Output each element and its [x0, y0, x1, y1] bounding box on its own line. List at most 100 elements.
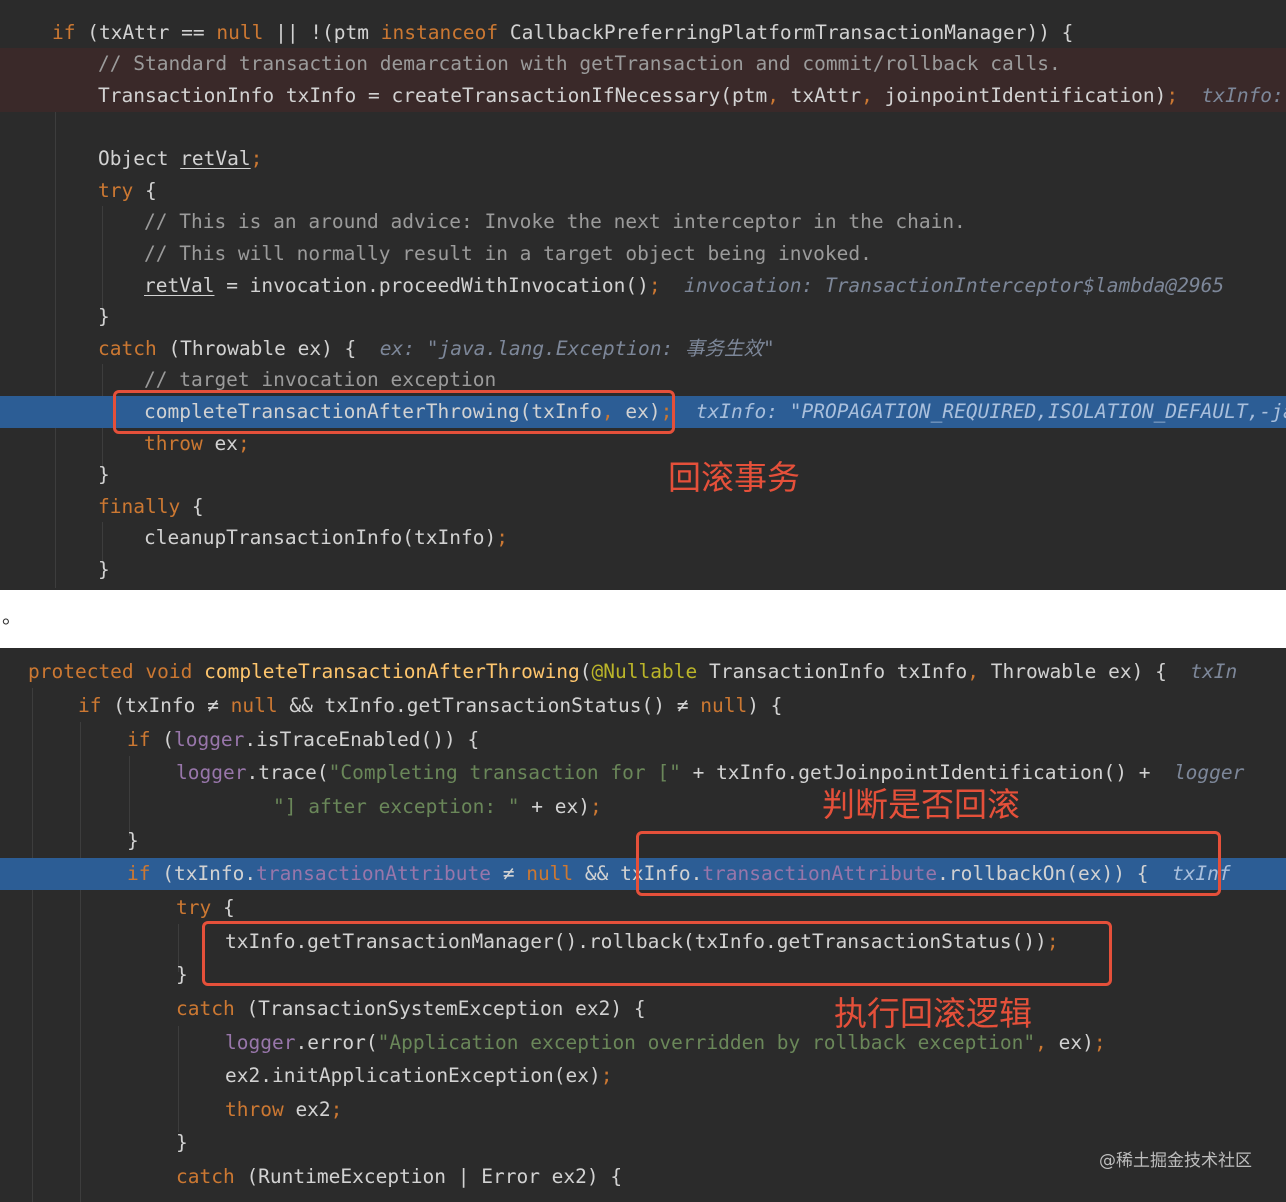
code-token: } — [98, 463, 110, 486]
code-token: null — [216, 21, 264, 44]
code-token: logger — [173, 728, 245, 751]
code-token: .trace( — [246, 761, 329, 784]
code-token: instanceof — [380, 21, 499, 44]
code-line[interactable]: // This is an around advice: Invoke the … — [0, 206, 1286, 238]
code-line[interactable]: cleanupTransactionInfo(txInfo); — [0, 522, 1286, 554]
annotation-rollback-transaction: 回滚事务 — [668, 458, 800, 497]
code-token: ; — [648, 274, 661, 297]
code-token: = invocation.proceedWithInvocation() — [214, 274, 649, 297]
code-editor-top[interactable]: if (txAttr == null || !(ptm instanceof C… — [0, 0, 1286, 590]
code-line[interactable]: TransactionInfo txInfo = createTransacti… — [0, 80, 1286, 112]
code-token: .isTraceEnabled()) { — [244, 728, 480, 751]
code-token: catch — [176, 1165, 235, 1188]
code-token: ; — [600, 1064, 613, 1087]
code-token: } — [176, 963, 188, 986]
code-line[interactable]: // This will normally result in a target… — [0, 238, 1286, 270]
code-token: } — [98, 558, 110, 581]
code-token: catch — [98, 337, 157, 360]
code-token: @Nullable — [591, 660, 698, 683]
code-token: ex2 — [283, 1098, 331, 1121]
code-token: ; — [250, 147, 263, 170]
code-token: ; — [590, 795, 602, 818]
code-line[interactable]: if (logger.isTraceEnabled()) { — [0, 724, 1286, 756]
code-token: || !(ptm — [263, 21, 381, 44]
code-token: , — [861, 84, 873, 107]
code-token: TransactionInfo txInfo = createTransacti… — [98, 84, 768, 107]
code-token: throw — [144, 432, 203, 455]
code-line[interactable]: try { — [0, 175, 1286, 207]
code-line[interactable]: } — [0, 554, 1286, 586]
code-token: } — [98, 305, 110, 328]
code-token: , — [967, 660, 979, 683]
code-token: logger — [176, 761, 247, 784]
code-token: transactionAttribute — [256, 862, 491, 885]
code-line[interactable]: } — [0, 301, 1286, 333]
code-token: txAttr — [778, 84, 862, 107]
code-token: // target invocation exception — [144, 368, 497, 391]
code-token: cleanupTransactionInfo(txInfo) — [144, 526, 497, 549]
code-token: , — [1035, 1031, 1047, 1054]
code-line[interactable]: "] after exception: " + ex); — [0, 791, 1286, 823]
code-line[interactable]: if (txInfo ≠ null && txInfo.getTransacti… — [0, 690, 1286, 722]
code-line[interactable]: logger.error("Application exception over… — [0, 1027, 1286, 1059]
code-token: } — [127, 829, 139, 852]
code-token: , — [767, 84, 779, 107]
code-line[interactable]: catch (Throwable ex) { ex: "java.lang.Ex… — [0, 333, 1286, 365]
code-line[interactable]: finally { — [0, 491, 1286, 523]
code-token: ; — [496, 526, 508, 549]
code-line[interactable]: Object retVal; — [0, 143, 1286, 175]
code-token: retVal — [144, 274, 215, 297]
code-line[interactable]: if (txAttr == null || !(ptm instanceof C… — [0, 17, 1286, 49]
code-token: // This is an around advice: Invoke the … — [144, 210, 966, 233]
code-token: retVal — [180, 147, 251, 170]
code-token: "Application exception overridden by rol… — [377, 1031, 1036, 1054]
code-token: completeTransactionAfterThrowing — [204, 660, 580, 683]
code-token: logger — [225, 1031, 296, 1054]
code-token: (txInfo. — [150, 862, 257, 885]
code-line[interactable]: catch (RuntimeException | Error ex2) { — [0, 1161, 1286, 1193]
code-line[interactable]: // Standard transaction demarcation with… — [0, 48, 1286, 80]
code-token: ) { — [747, 694, 783, 717]
code-token: try — [176, 896, 212, 919]
code-line[interactable]: retVal = invocation.proceedWithInvocatio… — [0, 270, 1286, 302]
code-token: null — [526, 862, 574, 885]
code-token: { — [133, 179, 157, 202]
code-token: { — [211, 896, 235, 919]
code-token: protected void — [28, 660, 205, 683]
code-token: (RuntimeException | Error ex2) { — [234, 1165, 623, 1188]
code-token: ex) — [1046, 1031, 1094, 1054]
code-line[interactable]: throw ex2; — [0, 1094, 1286, 1126]
code-token: if — [78, 694, 102, 717]
code-token: (txInfo ≠ — [101, 694, 231, 717]
code-line[interactable]: catch (TransactionSystemException ex2) { — [0, 993, 1286, 1025]
code-line[interactable]: logger.trace("Completing transaction for… — [0, 757, 1286, 789]
code-token: .error( — [295, 1031, 378, 1054]
code-token: ( — [150, 728, 174, 751]
code-token: ; — [330, 1098, 343, 1121]
code-token: if — [52, 21, 76, 44]
code-token: catch — [176, 997, 235, 1020]
code-token: ex2.initApplicationException(ex) — [225, 1064, 601, 1087]
code-line[interactable]: try { — [0, 892, 1286, 924]
code-token: ≠ — [490, 862, 527, 885]
code-line[interactable]: } — [0, 459, 1286, 491]
inline-debug-hint: logger — [1173, 761, 1245, 784]
code-token: CallbackPreferringPlatformTransactionMan… — [498, 21, 1074, 44]
code-token: throw — [225, 1098, 284, 1121]
code-line[interactable]: protected void completeTransactionAfterT… — [0, 656, 1286, 688]
code-token: null — [700, 694, 748, 717]
code-token: // Standard transaction demarcation with… — [98, 52, 1061, 75]
code-line[interactable]: } — [0, 1127, 1286, 1159]
highlight-box-complete-call — [113, 390, 675, 434]
code-token: { — [180, 495, 204, 518]
code-token: (Throwable ex) { — [156, 337, 380, 360]
separator-text: 。 — [2, 604, 22, 628]
code-token: && txInfo.getTransactionStatus() ≠ — [277, 694, 701, 717]
annotation-execute-rollback-logic: 执行回滚逻辑 — [834, 994, 1032, 1033]
code-token: if — [127, 728, 151, 751]
highlight-box-rollback-check — [636, 831, 1221, 896]
code-line[interactable]: ex2.initApplicationException(ex); — [0, 1060, 1286, 1092]
code-token: // This will normally result in a target… — [144, 242, 872, 265]
inline-debug-hint: ex: "java.lang.Exception: 事务生效" — [379, 337, 775, 360]
code-token: if — [127, 862, 151, 885]
